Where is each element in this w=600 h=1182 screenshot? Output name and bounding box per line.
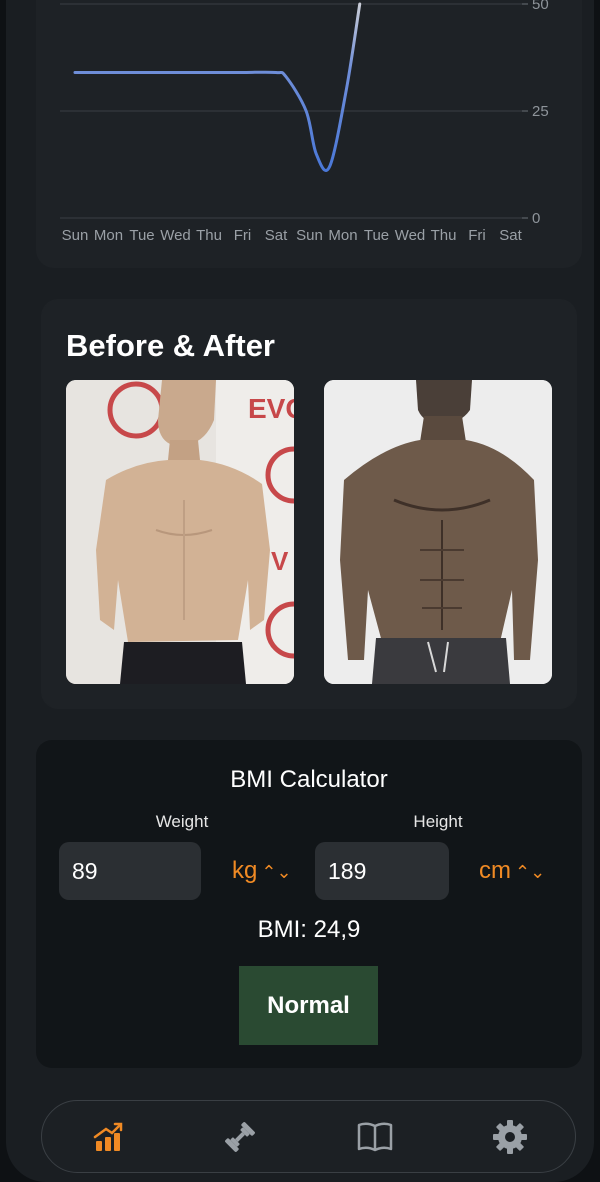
x-tick-label: Wed bbox=[395, 227, 426, 244]
dumbbell-icon bbox=[225, 1122, 255, 1152]
weight-label: Weight bbox=[155, 812, 209, 831]
x-tick-label: Mon bbox=[94, 227, 123, 244]
nav-item-workouts[interactable] bbox=[218, 1115, 262, 1159]
x-tick-label: Thu bbox=[431, 227, 457, 244]
before-after-card: Before & After EVO V bbox=[42, 300, 576, 708]
y-tick-label: 0 bbox=[532, 210, 540, 227]
x-tick-label: Sat bbox=[499, 227, 522, 244]
nav-item-journal[interactable] bbox=[353, 1115, 397, 1159]
x-tick-label: Sun bbox=[62, 227, 89, 244]
series-line bbox=[73, 2, 362, 172]
bmi-status-badge: Normal bbox=[239, 966, 378, 1045]
after-photo[interactable] bbox=[324, 380, 552, 684]
chevron-up-down-icon: ⌃⌄ bbox=[261, 862, 292, 882]
nav-item-settings[interactable] bbox=[488, 1115, 532, 1159]
wall-logo-text: EVO bbox=[248, 393, 294, 424]
x-tick-label: Tue bbox=[364, 227, 389, 244]
before-after-title: Before & After bbox=[66, 328, 275, 363]
after-photo-image bbox=[324, 380, 552, 684]
bmi-result: BMI: 24,9 bbox=[257, 916, 361, 943]
before-photo-image: EVO V bbox=[66, 380, 294, 684]
chevron-up-down-icon: ⌃⌄ bbox=[515, 862, 546, 882]
height-label: Height bbox=[413, 812, 463, 831]
y-tick-label: 25 bbox=[532, 103, 549, 120]
weight-input[interactable]: 89 bbox=[59, 842, 201, 900]
height-unit-label: cm bbox=[479, 857, 511, 884]
x-tick-label: Mon bbox=[328, 227, 357, 244]
progress-chart-card: 0 25 50 Sun Mon Tue Wed Thu Fri Sat Sun Mon Tue Wed T… bbox=[36, 0, 582, 268]
x-tick-label: Sat bbox=[265, 227, 288, 244]
bmi-calculator-card: BMI Calculator Weight Height 89 kg ⌃⌄ 189… bbox=[36, 740, 582, 1068]
bottom-navigation bbox=[41, 1100, 576, 1173]
height-unit-select[interactable]: cm ⌃⌄ bbox=[479, 842, 545, 900]
app-screen: 0 25 50 Sun Mon Tue Wed Thu Fri Sat Sun Mon Tue Wed T… bbox=[6, 0, 594, 1182]
svg-text:V: V bbox=[271, 546, 289, 576]
bmi-title: BMI Calculator bbox=[230, 766, 388, 793]
weight-unit-label: kg bbox=[232, 857, 258, 884]
x-tick-label: Thu bbox=[196, 227, 222, 244]
x-tick-label: Fri bbox=[468, 227, 486, 244]
chart-bar-icon bbox=[93, 1122, 123, 1151]
x-tick-label: Fri bbox=[234, 227, 252, 244]
x-tick-label: Wed bbox=[160, 227, 191, 244]
progress-chart: 0 25 50 Sun Mon Tue Wed Thu Fri Sat Sun Mon Tue Wed T… bbox=[60, 0, 549, 244]
height-input[interactable]: 189 bbox=[315, 842, 449, 900]
gear-icon bbox=[493, 1120, 527, 1154]
nav-item-progress[interactable] bbox=[86, 1115, 130, 1159]
y-tick-label: 50 bbox=[532, 0, 549, 13]
x-tick-label: Sun bbox=[296, 227, 323, 244]
book-icon bbox=[357, 1122, 393, 1152]
before-photo[interactable]: EVO V bbox=[66, 380, 294, 684]
weight-unit-select[interactable]: kg ⌃⌄ bbox=[232, 842, 292, 900]
x-tick-label: Tue bbox=[129, 227, 154, 244]
